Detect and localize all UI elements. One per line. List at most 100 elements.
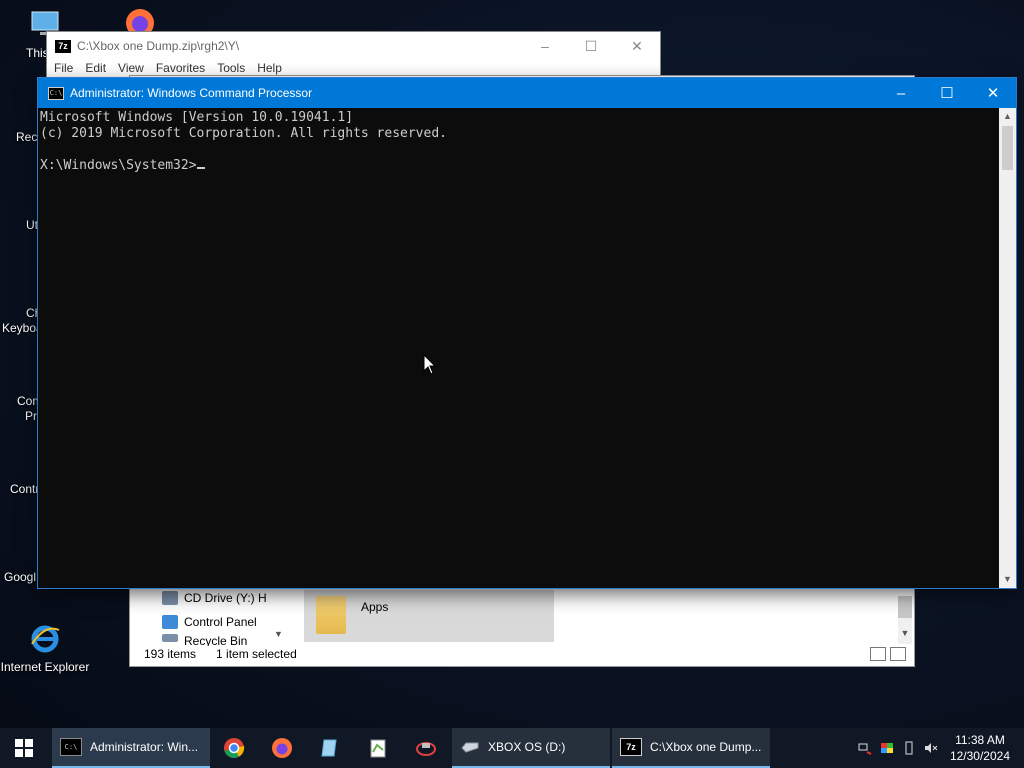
desktop-icon-utilities[interactable]: Uti bbox=[0, 184, 41, 233]
folder-item-apps[interactable]: Apps bbox=[304, 590, 554, 642]
scrollbar-thumb[interactable] bbox=[1002, 126, 1013, 170]
taskbar-item-label: Administrator: Win... bbox=[90, 740, 199, 754]
network-icon[interactable] bbox=[858, 741, 872, 755]
close-button[interactable]: ✕ bbox=[970, 78, 1016, 108]
desktop-icon-internet-explorer[interactable]: Internet Explorer bbox=[0, 622, 90, 675]
large-icons-view-icon[interactable] bbox=[890, 647, 906, 661]
clock[interactable]: 11:38 AM 12/30/2024 bbox=[946, 732, 1014, 764]
nav-item-label: Control Panel bbox=[184, 615, 257, 629]
status-bar: 193 items 1 item selected bbox=[130, 642, 914, 666]
nav-scroll-down-icon[interactable]: ▼ bbox=[274, 629, 283, 639]
sevenzip-titlebar[interactable]: 7z C:\Xbox one Dump.zip\rgh2\Y\ – ☐ ✕ bbox=[47, 32, 660, 60]
console-output[interactable]: Microsoft Windows [Version 10.0.19041.1]… bbox=[38, 108, 999, 588]
menu-tools[interactable]: Tools bbox=[217, 60, 245, 77]
navigation-pane: CD Drive (Y:) H Control Panel Recycle Bi… bbox=[130, 586, 286, 646]
menu-file[interactable]: File bbox=[54, 60, 73, 77]
cmd-title: Administrator: Windows Command Processor bbox=[70, 86, 313, 100]
minimize-button[interactable]: – bbox=[878, 78, 924, 108]
taskbar-item-cmd[interactable]: C:\ Administrator: Win... bbox=[52, 728, 210, 768]
close-button[interactable]: ✕ bbox=[614, 38, 660, 55]
menu-favorites[interactable]: Favorites bbox=[156, 60, 205, 77]
usb-drive-icon[interactable] bbox=[902, 741, 916, 755]
taskbar-item-label: XBOX OS (D:) bbox=[488, 740, 566, 754]
view-toggle bbox=[870, 647, 906, 661]
maximize-button[interactable]: ☐ bbox=[568, 38, 614, 55]
nav-item-cd-drive[interactable]: CD Drive (Y:) H bbox=[130, 586, 286, 610]
console-prompt-line: X:\Windows\System32> bbox=[40, 158, 999, 174]
system-tray: 11:38 AM 12/30/2024 bbox=[858, 728, 1024, 768]
details-view-icon[interactable] bbox=[870, 647, 886, 661]
start-button[interactable] bbox=[0, 728, 48, 768]
desktop-icon-control-panel[interactable]: Contr bbox=[0, 448, 40, 497]
desktop-icon-label: Ch bbox=[26, 306, 42, 320]
item-count: 193 items bbox=[144, 647, 197, 661]
console-line: Microsoft Windows [Version 10.0.19041.1] bbox=[40, 110, 354, 125]
recycle-bin-icon bbox=[162, 634, 178, 642]
desktop-icon-command-prompt[interactable]: Com Pr bbox=[0, 360, 43, 424]
taskbar-pin-tool[interactable] bbox=[402, 728, 450, 768]
desktop-icon-label: Googl bbox=[4, 570, 37, 584]
folder-name: Apps bbox=[361, 600, 389, 614]
control-panel-icon bbox=[162, 615, 178, 629]
sevenzip-menubar: File Edit View Favorites Tools Help bbox=[47, 60, 660, 77]
taskbar: C:\ Administrator: Win... XBOX OS (D:) 7… bbox=[0, 728, 1024, 768]
scroll-up-icon[interactable]: ▲ bbox=[999, 108, 1016, 125]
desktop-icon-label: Internet Explorer bbox=[0, 660, 90, 674]
taskbar-item-label: C:\Xbox one Dump... bbox=[650, 740, 762, 754]
scroll-down-icon[interactable]: ▼ bbox=[898, 628, 912, 638]
desktop-icon-label: Recy bbox=[16, 130, 44, 144]
command-prompt-window[interactable]: C:\ Administrator: Windows Command Proce… bbox=[38, 78, 1016, 588]
minimize-button[interactable]: – bbox=[522, 38, 568, 55]
scrollbar-thumb[interactable] bbox=[898, 596, 912, 618]
notepad-icon bbox=[321, 739, 337, 757]
text-cursor bbox=[196, 167, 205, 169]
drive-icon bbox=[461, 742, 479, 753]
folder-icon bbox=[316, 596, 346, 634]
clock-date: 12/30/2024 bbox=[949, 749, 1010, 763]
nav-item-control-panel[interactable]: Control Panel bbox=[130, 610, 286, 634]
desktop-icon-label: Uti bbox=[26, 218, 41, 232]
7zip-icon: 7z bbox=[55, 39, 71, 53]
console-prompt: X:\Windows\System32> bbox=[40, 158, 197, 173]
desktop-icon-keyboard[interactable]: Ch Keyboa bbox=[0, 272, 43, 336]
menu-help[interactable]: Help bbox=[257, 60, 282, 77]
selection-count: 1 item selected bbox=[216, 647, 297, 661]
cmd-icon: C:\ bbox=[60, 738, 82, 756]
taskbar-pin-notepad-plus[interactable] bbox=[354, 728, 402, 768]
menu-view[interactable]: View bbox=[118, 60, 144, 77]
tool-icon bbox=[416, 742, 436, 756]
cd-drive-icon bbox=[162, 591, 178, 605]
nav-item-label: CD Drive (Y:) H bbox=[184, 591, 267, 605]
clock-time: 11:38 AM bbox=[955, 733, 1005, 747]
taskbar-item-xbox-drive[interactable]: XBOX OS (D:) bbox=[452, 728, 610, 768]
speaker-muted-icon[interactable] bbox=[924, 741, 938, 755]
taskbar-pin-firefox[interactable] bbox=[258, 728, 306, 768]
cmd-icon: C:\ bbox=[48, 86, 64, 100]
taskbar-pin-chrome[interactable] bbox=[210, 728, 258, 768]
firefox-icon bbox=[272, 738, 292, 758]
sevenzip-window[interactable]: 7z C:\Xbox one Dump.zip\rgh2\Y\ – ☐ ✕ Fi… bbox=[47, 32, 660, 77]
display-icon[interactable] bbox=[880, 741, 894, 755]
desktop-icon-chrome[interactable]: Googl bbox=[0, 536, 40, 585]
maximize-button[interactable]: ☐ bbox=[924, 78, 970, 108]
desktop-icon-label: Com bbox=[17, 394, 43, 408]
menu-edit[interactable]: Edit bbox=[85, 60, 106, 77]
desktop-icon-label: Contr bbox=[10, 482, 40, 496]
notepad-plus-icon bbox=[370, 739, 386, 758]
content-scrollbar[interactable]: ▼ bbox=[898, 596, 912, 644]
windows-logo-icon bbox=[15, 739, 33, 757]
cmd-scrollbar[interactable]: ▲ ▼ bbox=[999, 108, 1016, 588]
chrome-icon bbox=[224, 738, 245, 758]
scroll-down-icon[interactable]: ▼ bbox=[999, 571, 1016, 588]
internet-explorer-icon bbox=[28, 622, 62, 656]
7zip-icon: 7z bbox=[620, 738, 642, 756]
sevenzip-title: C:\Xbox one Dump.zip\rgh2\Y\ bbox=[77, 39, 240, 53]
cmd-titlebar[interactable]: C:\ Administrator: Windows Command Proce… bbox=[38, 78, 1016, 108]
taskbar-pin-notepad[interactable] bbox=[306, 728, 354, 768]
console-line: (c) 2019 Microsoft Corporation. All righ… bbox=[40, 126, 447, 141]
desktop-icon-label-2: Pr bbox=[25, 409, 37, 423]
desktop-icon-recycle-bin[interactable]: Recy bbox=[0, 96, 44, 145]
desktop-icon-label-2: Keyboa bbox=[2, 321, 43, 335]
taskbar-item-7zip[interactable]: 7z C:\Xbox one Dump... bbox=[612, 728, 770, 768]
